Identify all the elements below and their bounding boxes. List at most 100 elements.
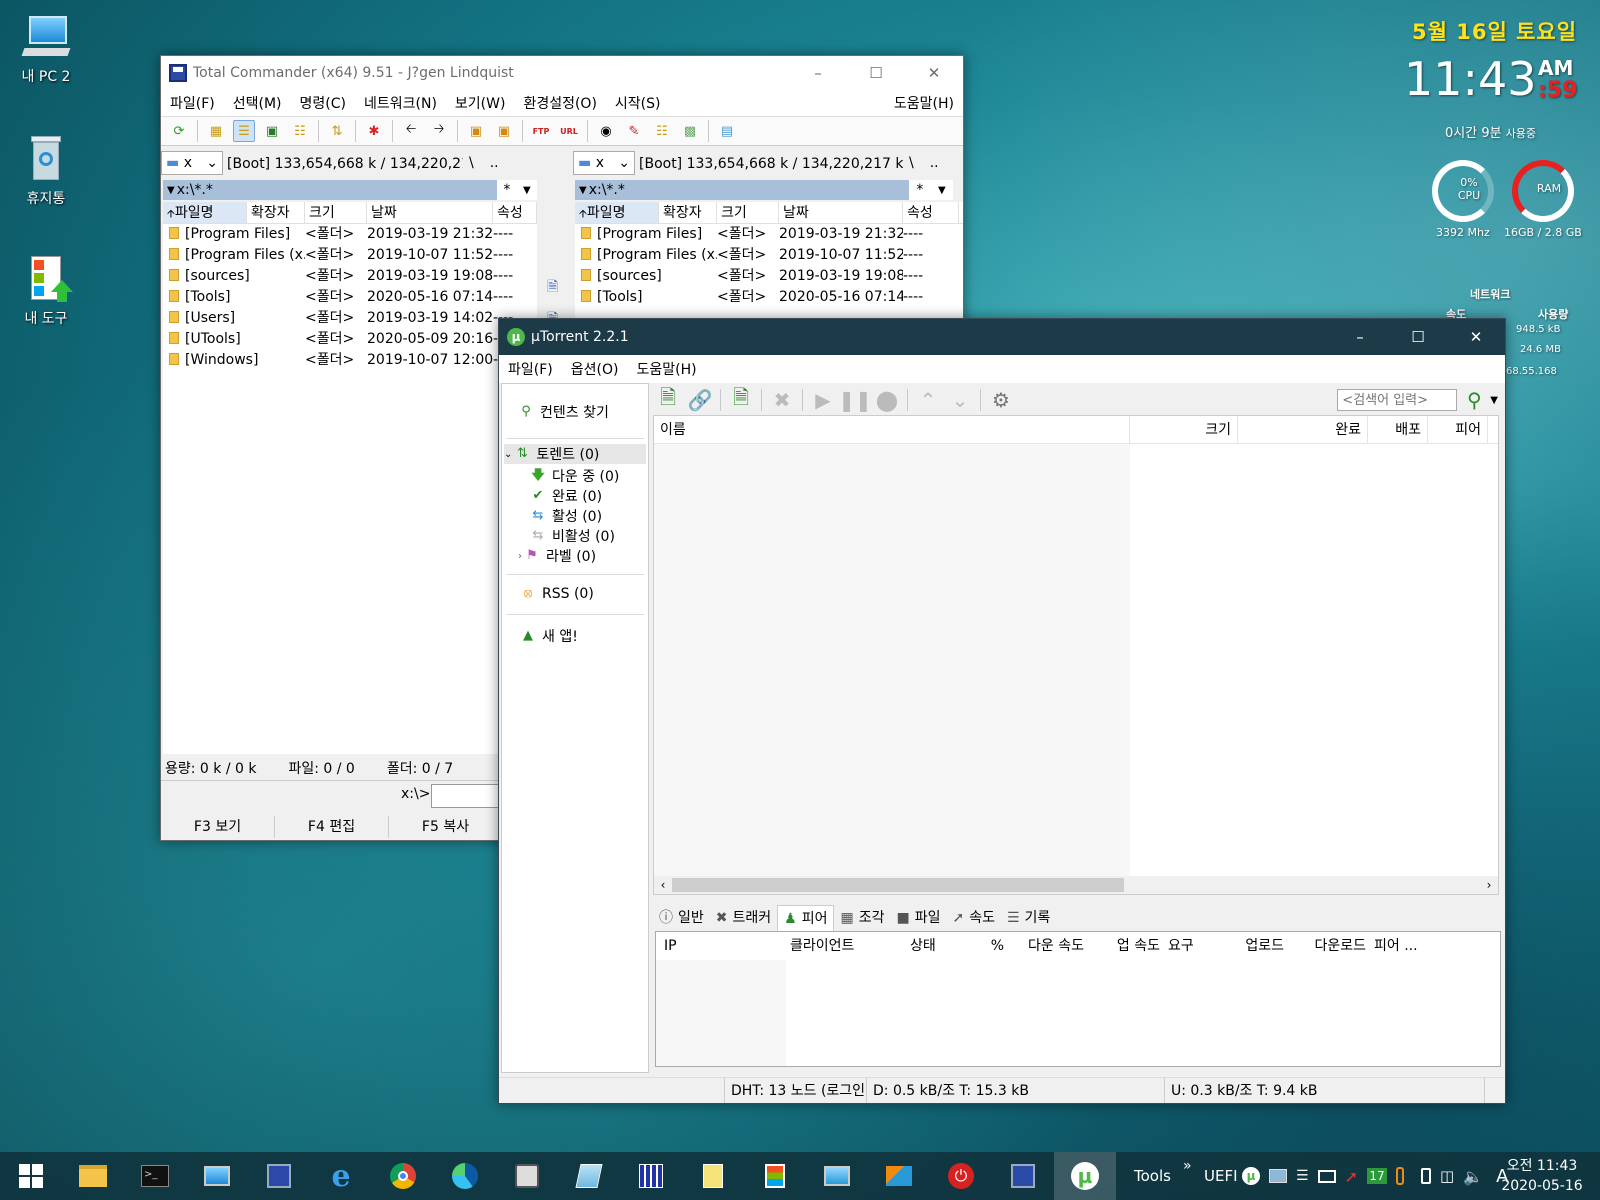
left-root-button[interactable]: \ <box>469 155 474 171</box>
col-percent[interactable]: % <box>950 932 1008 960</box>
taskbar-my-tools[interactable] <box>744 1152 806 1200</box>
new-app-item[interactable]: ▲ 새 앱! <box>520 626 578 646</box>
menu-network[interactable]: 네트워크(N) <box>355 93 446 113</box>
right-filter[interactable]: * ▼ <box>909 180 953 200</box>
col-name[interactable]: 이름 <box>654 416 1130 443</box>
taskbar-notepad[interactable] <box>558 1152 620 1200</box>
rss-feed-item[interactable]: ⦻ RSS (0) <box>520 586 594 602</box>
uefi-toolbar[interactable]: UEFI <box>1204 1152 1238 1200</box>
desktop-icon-recycle-bin[interactable]: 휴지통 <box>6 134 86 208</box>
f3-view-button[interactable]: F3 보기 <box>161 816 275 838</box>
maximize-button[interactable]: ☐ <box>1389 320 1447 354</box>
back-arrow-icon[interactable]: 🡠 <box>400 120 422 142</box>
sort-icon[interactable]: ⇅ <box>326 120 348 142</box>
left-drive-select[interactable]: ▬ x ⌄ <box>161 151 223 175</box>
pause-icon[interactable]: ❚❚ <box>838 387 872 413</box>
move-down-icon[interactable]: ⌄ <box>947 387 973 413</box>
menu-select[interactable]: 선택(M) <box>224 93 291 113</box>
search-input[interactable] <box>1337 389 1458 411</box>
taskbar-chrome[interactable] <box>372 1152 434 1200</box>
taskbar-floppy-app[interactable] <box>992 1152 1054 1200</box>
col-filename[interactable]: 🡩파일명 <box>163 202 247 223</box>
tab-peers[interactable]: ♟ 피어 <box>777 905 835 931</box>
tools-toolbar[interactable]: Tools » <box>1134 1152 1192 1200</box>
tab-files[interactable]: ■ 파일 <box>890 905 946 931</box>
taskbar-power[interactable]: ⏻ <box>930 1152 992 1200</box>
close-button[interactable]: ✕ <box>905 56 963 90</box>
chart-tray-icon[interactable]: ➚ <box>1345 1167 1358 1186</box>
remove-icon[interactable]: ✖ <box>769 387 795 413</box>
ftp-icon[interactable]: FTP <box>530 120 552 142</box>
category-completed[interactable]: ✔ 완료 (0) <box>530 486 603 506</box>
col-down-speed[interactable]: 다운 속도 <box>1008 932 1088 960</box>
taskbar-terminal[interactable]: >_ <box>124 1152 186 1200</box>
utorrent-tray-icon[interactable]: µ <box>1242 1167 1260 1185</box>
network-tray-icon[interactable]: ◫ <box>1440 1167 1454 1185</box>
select-icon[interactable]: ✱ <box>363 120 385 142</box>
file-row[interactable]: [Tools] <폴더> 2020-05-16 07:14 ---- <box>163 287 537 308</box>
col-flags[interactable]: 상태 <box>906 932 950 960</box>
unpack-icon[interactable]: ▣ <box>493 120 515 142</box>
file-row[interactable]: [Tools] <폴더> 2020-05-16 07:14 ---- <box>575 287 963 308</box>
col-size[interactable]: 크기 <box>1130 416 1238 443</box>
col-seeds[interactable]: 배포 <box>1368 416 1428 443</box>
col-date[interactable]: 날짜 <box>367 202 493 223</box>
right-up-button[interactable]: .. <box>930 155 939 171</box>
usb-tray-icon[interactable] <box>1395 1167 1404 1185</box>
ut-titlebar[interactable]: µ µTorrent 2.2.1 – ☐ ✕ <box>499 319 1505 355</box>
search-icon[interactable]: ⚲ <box>1461 387 1487 413</box>
minimize-button[interactable]: – <box>789 56 847 90</box>
col-attributes[interactable]: 속성 <box>493 202 537 223</box>
play-icon[interactable]: ▶ <box>810 387 836 413</box>
forward-arrow-icon[interactable]: 🡢 <box>428 120 450 142</box>
col-requests[interactable]: 요구 <box>1164 932 1204 960</box>
menu-view[interactable]: 보기(W) <box>446 93 515 113</box>
stop-icon[interactable]: ⬤ <box>874 387 900 413</box>
view-file-icon[interactable]: 🗎 <box>547 276 558 300</box>
category-active[interactable]: ⇆ 활성 (0) <box>530 506 603 526</box>
create-torrent-icon[interactable]: 🗎 <box>728 385 754 413</box>
col-size[interactable]: 크기 <box>305 202 367 223</box>
col-peer-dl[interactable]: 피어 ... <box>1370 932 1430 960</box>
chevron-right-icon[interactable]: » <box>1183 1158 1192 1174</box>
file-row[interactable]: [sources] <폴더> 2019-03-19 19:08 ---- <box>163 266 537 287</box>
taskbar-transfer-app[interactable] <box>868 1152 930 1200</box>
usb-eject-icon[interactable] <box>1420 1168 1431 1184</box>
taskbar-grid-app[interactable] <box>620 1152 682 1200</box>
category-labels[interactable]: › ⚑ 라벨 (0) <box>518 546 596 566</box>
col-up-speed[interactable]: 업 속도 <box>1088 932 1164 960</box>
f5-copy-button[interactable]: F5 복사 <box>389 816 503 838</box>
taskbar-file-tool[interactable] <box>682 1152 744 1200</box>
scrollbar-thumb[interactable] <box>672 878 1124 892</box>
col-extension[interactable]: 확장자 <box>659 202 717 223</box>
taskbar-file-explorer[interactable] <box>62 1152 124 1200</box>
col-attributes[interactable]: 속성 <box>903 202 959 223</box>
volume-icon[interactable]: 🔈 <box>1463 1167 1483 1186</box>
menu-file[interactable]: 파일(F) <box>161 93 224 113</box>
triangle-down-icon[interactable]: ▼ <box>1490 395 1498 406</box>
tree-view-icon[interactable]: ☷ <box>289 120 311 142</box>
compare-icon[interactable]: ▩ <box>679 120 701 142</box>
taskbar-disk-tool[interactable] <box>496 1152 558 1200</box>
file-row[interactable]: [Program Files] <폴더> 2019-03-19 21:32 ---- <box>163 224 537 245</box>
file-row[interactable]: [Windows]<폴더>2019-10-07 12:00---- <box>163 350 537 371</box>
right-path[interactable]: ▼ x:\*.* <box>575 180 909 200</box>
menu-configuration[interactable]: 환경설정(O) <box>514 93 605 113</box>
left-up-button[interactable]: .. <box>490 155 499 171</box>
category-inactive[interactable]: ⇆ 비활성 (0) <box>530 526 615 546</box>
col-peers[interactable]: 피어 <box>1428 416 1488 443</box>
file-row[interactable]: [UTools]<폴더>2020-05-09 20:16---- <box>163 329 537 350</box>
full-view-icon[interactable]: ☰ <box>233 120 255 142</box>
start-button[interactable] <box>0 1152 62 1200</box>
col-date[interactable]: 날짜 <box>779 202 903 223</box>
add-url-icon[interactable]: 🔗 <box>687 387 713 413</box>
col-filename[interactable]: 🡩파일명 <box>575 202 659 223</box>
category-downloading[interactable]: 🡇 다운 중 (0) <box>530 466 619 486</box>
f4-edit-button[interactable]: F4 편집 <box>275 816 389 838</box>
pack-icon[interactable]: ▣ <box>465 120 487 142</box>
sync-dirs-icon[interactable]: ☷ <box>651 120 673 142</box>
minimize-button[interactable]: – <box>1331 320 1389 354</box>
taskbar-edge[interactable] <box>434 1152 496 1200</box>
file-row[interactable]: [Program Files (x..] <폴더> 2019-10-07 11:52… <box>575 245 963 266</box>
taskbar-network-app[interactable] <box>806 1152 868 1200</box>
